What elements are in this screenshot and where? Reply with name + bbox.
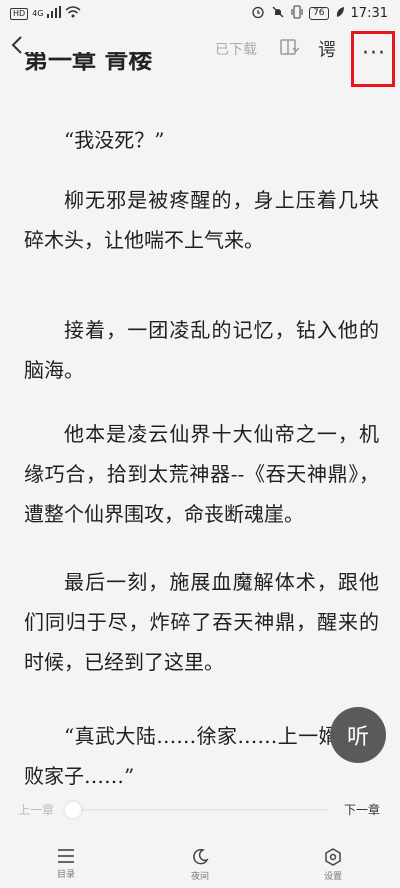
clock: 17:31 — [350, 6, 388, 21]
night-mode-label: 夜间 — [190, 872, 209, 882]
more-options-button[interactable]: ··· — [351, 31, 395, 87]
downloaded-status[interactable]: 已下载 — [215, 39, 257, 59]
mute-icon — [271, 5, 285, 22]
chapter-progress: 上一章 下一章 — [0, 795, 400, 825]
wifi-icon — [65, 6, 81, 21]
settings-label: 设置 — [323, 872, 342, 882]
progress-thumb[interactable] — [65, 802, 81, 818]
paragraph: 他本是凌云仙界十大仙帝之一，机缘巧合，拾到太荒神器--《吞天神鼎》，遭整个仙界围… — [24, 422, 379, 526]
status-bar: HD 4G 76 17:31 — [0, 0, 400, 28]
paragraph: 柳无邪是被疼醒的，身上压着几块碎木头，让他喘不上气来。 — [24, 188, 379, 252]
catalog-label: 目录 — [56, 870, 75, 880]
leaf-icon — [335, 6, 345, 21]
paragraph: “真武大陆……徐家……上一婿……败家子……” — [24, 724, 379, 788]
reader-toolbar: 已下载 谔 ··· — [0, 28, 400, 87]
more-dots-icon: ··· — [362, 41, 386, 66]
paragraph: 接着，一团凌乱的记忆，钻入他的脑海。 — [24, 318, 379, 382]
previous-chapter-button[interactable]: 上一章 — [18, 801, 54, 818]
menu-list-icon — [58, 849, 74, 863]
paragraph: “我没死？” — [64, 128, 165, 152]
progress-track[interactable] — [72, 809, 328, 811]
status-left: HD 4G — [10, 6, 81, 21]
settings-button[interactable]: 设置 — [303, 848, 363, 882]
reader-content[interactable]: 第一章 青楼 “我没死？” 柳无邪是被疼醒的，身上压着几块碎木头，让他喘不上气来… — [24, 52, 379, 790]
book-download-icon[interactable] — [279, 37, 300, 57]
paragraph: 最后一刻，施展血魔解体术，跟他们同归于尽，炸碎了吞天神鼎，醒来的时候，已经到了这… — [24, 570, 379, 674]
night-mode-button[interactable]: 夜间 — [170, 848, 230, 882]
bottom-nav: 目录 夜间 设置 — [0, 836, 400, 888]
battery-indicator: 76 — [309, 7, 329, 20]
alarm-icon — [251, 5, 265, 22]
text-to-speech-icon[interactable]: 谔 — [318, 36, 336, 62]
signal-icon — [47, 6, 62, 21]
status-right: 76 17:31 — [251, 5, 388, 22]
hd-badge: HD — [10, 7, 29, 20]
back-arrow-icon[interactable] — [10, 33, 24, 61]
network-type: 4G — [32, 9, 44, 18]
settings-icon — [325, 848, 341, 866]
vibrate-icon — [291, 5, 303, 22]
next-chapter-button[interactable]: 下一章 — [344, 801, 380, 818]
listen-button[interactable]: 听 — [330, 707, 386, 763]
moon-icon — [193, 848, 209, 865]
catalog-button[interactable]: 目录 — [36, 848, 96, 880]
